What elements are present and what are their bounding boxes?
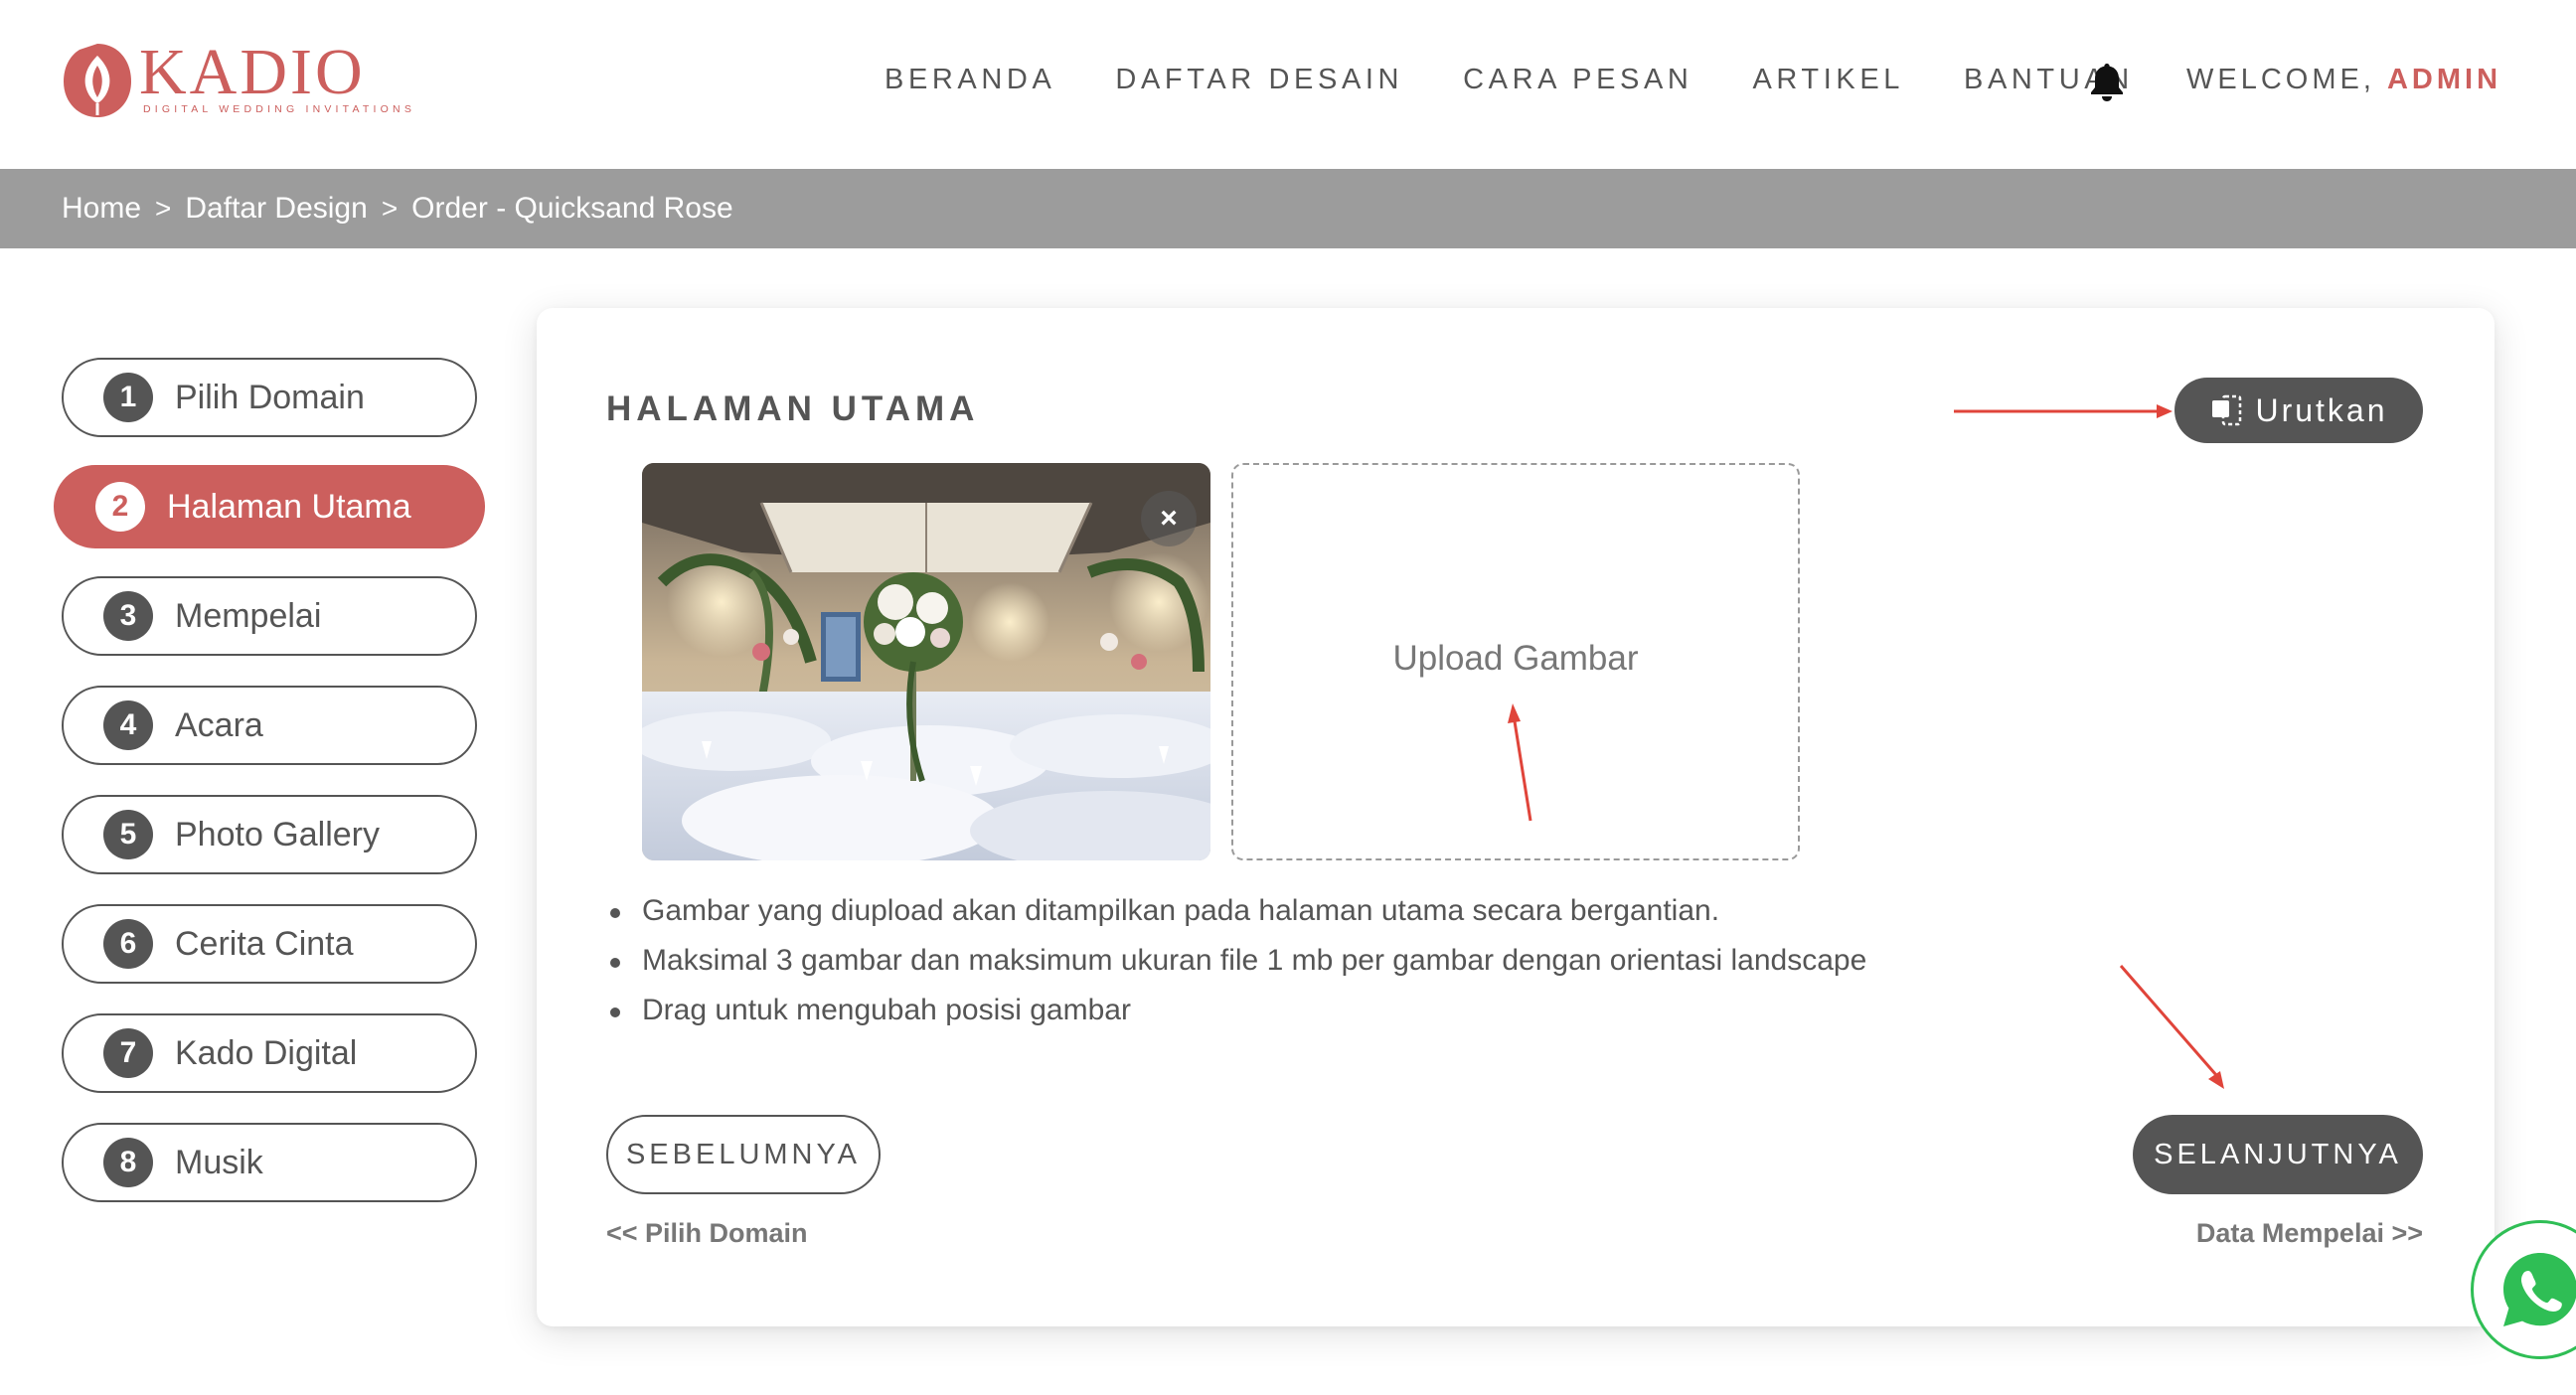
welcome-text: WELCOME, ADMIN (2186, 60, 2501, 99)
step-number: 3 (103, 591, 153, 641)
nav-daftar-desain[interactable]: DAFTAR DESAIN (1115, 60, 1403, 99)
nav-cara-pesan[interactable]: CARA PESAN (1463, 60, 1692, 99)
step-label: Pilih Domain (175, 378, 365, 416)
next-button[interactable]: SELANJUTNYA (2133, 1115, 2423, 1194)
step-label: Photo Gallery (175, 815, 380, 853)
breadcrumb: Home > Daftar Design > Order - Quicksand… (0, 169, 2576, 248)
halaman-utama-panel: HALAMAN UTAMA Urutkan × Upload Gambar Ga… (537, 308, 2495, 1326)
breadcrumb-current: Order - Quicksand Rose (411, 192, 733, 225)
step-number: 2 (95, 482, 145, 532)
step-kado-digital[interactable]: 7 Kado Digital (62, 1013, 477, 1093)
sort-icon (2212, 394, 2242, 426)
annotation-arrow-icon (1954, 404, 2173, 418)
next-step-link[interactable]: Data Mempelai >> (2196, 1218, 2423, 1249)
step-number: 8 (103, 1138, 153, 1187)
breadcrumb-separator: > (155, 193, 172, 224)
tulip-logo-icon (64, 44, 131, 117)
brand-name: KADIO (139, 36, 366, 108)
step-number: 4 (103, 700, 153, 750)
annotation-arrow-icon (2119, 965, 2224, 1089)
uploaded-image[interactable]: × (642, 463, 1210, 860)
brand-tagline: DIGITAL WEDDING INVITATIONS (143, 103, 416, 115)
step-pilih-domain[interactable]: 1 Pilih Domain (62, 358, 477, 437)
previous-step-link[interactable]: << Pilih Domain (606, 1218, 808, 1249)
note-item: Drag untuk mengubah posisi gambar (606, 986, 1866, 1035)
panel-title: HALAMAN UTAMA (606, 389, 980, 428)
welcome-label: WELCOME, (2186, 64, 2375, 95)
sort-button[interactable]: Urutkan (2174, 378, 2423, 443)
step-label: Kado Digital (175, 1033, 358, 1072)
step-label: Cerita Cinta (175, 924, 354, 963)
nav-beranda[interactable]: BERANDA (885, 60, 1055, 99)
step-label: Musik (175, 1143, 263, 1181)
step-cerita-cinta[interactable]: 6 Cerita Cinta (62, 904, 477, 984)
wedding-hall-photo (642, 463, 1210, 860)
bell-icon[interactable] (2085, 60, 2129, 103)
brand-logo[interactable]: KADIO DIGITAL WEDDING INVITATIONS (60, 36, 411, 127)
page: KADIO DIGITAL WEDDING INVITATIONS BERAND… (0, 0, 2576, 1395)
sort-button-label: Urutkan (2255, 391, 2388, 428)
whatsapp-icon (2503, 1253, 2576, 1326)
step-label: Halaman Utama (167, 487, 411, 526)
upload-image-dropzone[interactable]: Upload Gambar (1231, 463, 1800, 860)
step-acara[interactable]: 4 Acara (62, 686, 477, 765)
note-item: Gambar yang diupload akan ditampilkan pa… (606, 886, 1866, 936)
upload-notes: Gambar yang diupload akan ditampilkan pa… (606, 886, 1866, 1035)
breadcrumb-home[interactable]: Home (62, 192, 141, 226)
step-number: 7 (103, 1028, 153, 1078)
upload-image-label: Upload Gambar (1392, 639, 1639, 678)
step-musik[interactable]: 8 Musik (62, 1123, 477, 1202)
breadcrumb-separator: > (381, 193, 399, 224)
step-number: 5 (103, 810, 153, 859)
main-nav: BERANDA DAFTAR DESAIN CARA PESAN ARTIKEL… (885, 60, 2193, 99)
header: KADIO DIGITAL WEDDING INVITATIONS BERAND… (0, 0, 2576, 169)
note-item: Maksimal 3 gambar dan maksimum ukuran fi… (606, 936, 1866, 986)
previous-button[interactable]: SEBELUMNYA (606, 1115, 881, 1194)
step-label: Mempelai (175, 596, 322, 635)
remove-image-button[interactable]: × (1141, 491, 1197, 546)
nav-artikel[interactable]: ARTIKEL (1752, 60, 1904, 99)
step-photo-gallery[interactable]: 5 Photo Gallery (62, 795, 477, 874)
step-label: Acara (175, 705, 263, 744)
step-number: 1 (103, 373, 153, 422)
breadcrumb-daftar-design[interactable]: Daftar Design (185, 192, 367, 226)
step-number: 6 (103, 919, 153, 969)
step-halaman-utama[interactable]: 2 Halaman Utama (54, 465, 485, 548)
user-name-link[interactable]: ADMIN (2387, 64, 2501, 95)
step-mempelai[interactable]: 3 Mempelai (62, 576, 477, 656)
